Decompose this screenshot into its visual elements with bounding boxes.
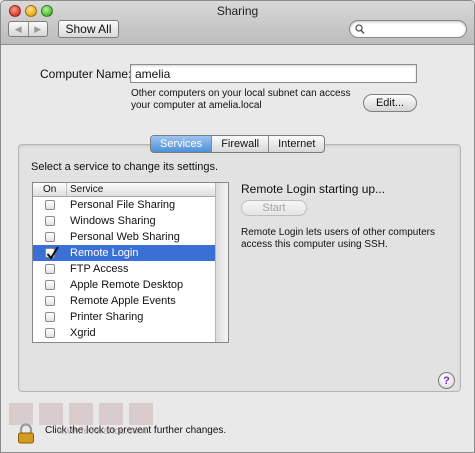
service-checkbox[interactable] bbox=[45, 200, 55, 210]
computer-name-field[interactable]: amelia bbox=[130, 64, 417, 83]
computer-name-label: Computer Name: bbox=[40, 67, 132, 81]
service-checkbox[interactable] bbox=[45, 312, 55, 322]
help-button[interactable]: ? bbox=[438, 372, 455, 389]
toolbar: Sharing ◀ ▶ Show All bbox=[1, 1, 474, 45]
services-rows: Personal File Sharing Windows Sharing Pers… bbox=[33, 197, 216, 341]
sharing-window: Sharing ◀ ▶ Show All Computer Name: amel… bbox=[0, 0, 475, 453]
service-label: Windows Sharing bbox=[70, 215, 156, 227]
service-row[interactable]: Personal Web Sharing bbox=[33, 229, 216, 245]
services-table-header: On Service bbox=[33, 183, 216, 197]
service-row[interactable]: Printer Sharing bbox=[33, 309, 216, 325]
service-row[interactable]: Apple Remote Desktop bbox=[33, 277, 216, 293]
service-row[interactable]: Windows Sharing bbox=[33, 213, 216, 229]
column-header-on[interactable]: On bbox=[33, 183, 67, 197]
search-field[interactable] bbox=[349, 20, 467, 38]
start-button[interactable]: Start bbox=[241, 200, 307, 216]
service-row[interactable]: Personal File Sharing bbox=[33, 197, 216, 213]
tab-bar: Services Firewall Internet bbox=[150, 135, 326, 153]
service-label: Printer Sharing bbox=[70, 311, 144, 323]
service-label: Remote Apple Events bbox=[70, 295, 176, 307]
lock-button[interactable] bbox=[16, 423, 36, 448]
computer-name-info-line1: Other computers on your local subnet can… bbox=[131, 88, 351, 99]
service-checkbox[interactable] bbox=[45, 232, 55, 242]
back-arrow-icon: ◀ bbox=[14, 23, 22, 34]
service-label: Remote Login bbox=[70, 247, 139, 259]
window-title: Sharing bbox=[216, 4, 259, 18]
back-forward-control: ◀ ▶ bbox=[8, 21, 48, 37]
search-input[interactable] bbox=[368, 22, 460, 36]
service-description-line1: Remote Login lets users of other compute… bbox=[241, 227, 435, 238]
computer-name-info-line2: your computer at amelia.local bbox=[131, 100, 262, 111]
service-checkbox[interactable] bbox=[45, 280, 55, 290]
back-button[interactable]: ◀ bbox=[9, 22, 29, 36]
service-label: Personal File Sharing bbox=[70, 199, 176, 211]
show-all-button[interactable]: Show All bbox=[58, 20, 119, 38]
column-header-service[interactable]: Service bbox=[70, 183, 103, 197]
tab-internet[interactable]: Internet bbox=[268, 136, 324, 152]
tab-services[interactable]: Services bbox=[151, 136, 212, 152]
service-description-line2: access this computer using SSH. bbox=[241, 239, 388, 250]
service-checkbox[interactable] bbox=[45, 328, 55, 338]
search-icon bbox=[355, 24, 365, 35]
service-row[interactable]: Xgrid bbox=[33, 325, 216, 341]
forward-arrow-icon: ▶ bbox=[34, 23, 42, 34]
services-prompt: Select a service to change its settings. bbox=[31, 161, 219, 173]
service-label: Personal Web Sharing bbox=[70, 231, 180, 243]
service-checkbox[interactable] bbox=[45, 264, 55, 274]
service-checkbox[interactable] bbox=[45, 216, 55, 226]
service-row[interactable]: Remote Apple Events bbox=[33, 293, 216, 309]
watermark-text: www.feverance.com bbox=[57, 426, 147, 437]
service-description: Remote Login lets users of other compute… bbox=[241, 227, 446, 251]
service-row[interactable]: FTP Access bbox=[33, 261, 216, 277]
service-label: Apple Remote Desktop bbox=[70, 279, 184, 291]
service-label: FTP Access bbox=[70, 263, 129, 275]
service-row[interactable]: Remote Login bbox=[33, 245, 216, 261]
lock-icon bbox=[18, 423, 34, 444]
service-checkbox[interactable] bbox=[45, 296, 55, 306]
services-table: On Service Personal File Sharing Windows … bbox=[32, 182, 229, 343]
computer-name-info: Other computers on your local subnet can… bbox=[131, 88, 361, 112]
forward-button[interactable]: ▶ bbox=[29, 22, 48, 36]
services-scrollbar[interactable] bbox=[215, 183, 228, 342]
edit-button[interactable]: Edit... bbox=[363, 94, 417, 112]
tab-firewall[interactable]: Firewall bbox=[211, 136, 268, 152]
service-status: Remote Login starting up... bbox=[241, 182, 386, 196]
checkmark-icon bbox=[46, 246, 59, 260]
service-label: Xgrid bbox=[70, 327, 96, 339]
service-checkbox[interactable] bbox=[45, 246, 59, 260]
